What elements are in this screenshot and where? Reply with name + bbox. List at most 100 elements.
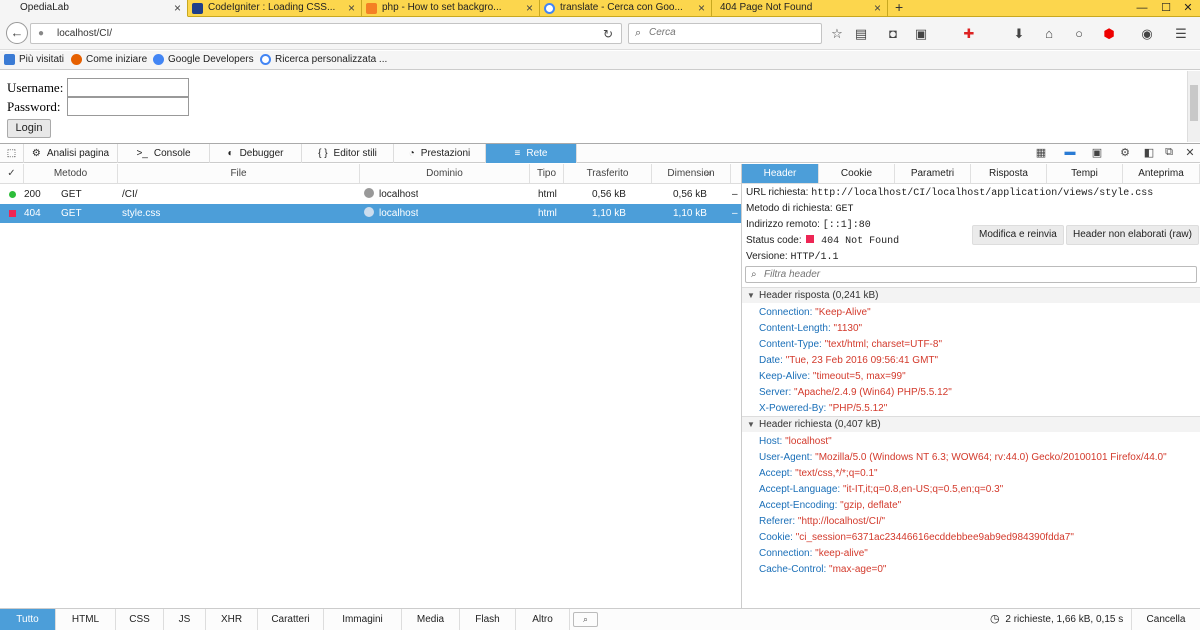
tab-network[interactable]: ≡ Rete xyxy=(486,144,577,163)
home-icon[interactable]: ⌂ xyxy=(1040,26,1058,42)
navigation-bar: ← ● localhost/CI/ ↻ ⌕ ☆ ▤ ◘ ▣ ✚ ⬇ ⌂ ○ ⬢ … xyxy=(0,17,1200,50)
filter-xhr[interactable]: XHR xyxy=(206,609,258,630)
page-scrollbar[interactable] xyxy=(1187,71,1200,142)
search-bar[interactable]: ⌕ xyxy=(628,23,822,44)
bookmark-star-icon[interactable]: ☆ xyxy=(828,26,846,42)
header-entry: X-Powered-By: "PHP/5.5.12" xyxy=(759,403,888,414)
close-icon[interactable]: × xyxy=(348,0,355,16)
status-label: Status code: xyxy=(746,235,802,246)
bookmark-getting-started[interactable]: Come iniziare xyxy=(71,54,147,65)
tab-php[interactable]: php - How to set backgro... × xyxy=(362,0,540,17)
chat-icon[interactable]: ○ xyxy=(1070,26,1088,42)
filter-media[interactable]: Media xyxy=(402,609,460,630)
filter-fonts[interactable]: Caratteri xyxy=(258,609,324,630)
clear-button[interactable]: Cancella xyxy=(1131,609,1200,630)
header-entry: Date: "Tue, 23 Feb 2016 09:56:41 GMT" xyxy=(759,355,939,366)
column-domain[interactable]: Dominio xyxy=(360,164,530,183)
close-icon[interactable]: × xyxy=(698,0,705,16)
tab-timings[interactable]: Tempi xyxy=(1047,164,1123,183)
tab-console[interactable]: >_ Console xyxy=(118,144,210,163)
tab-header[interactable]: Header xyxy=(742,164,819,183)
bookmark-google-developers[interactable]: Google Developers xyxy=(153,54,254,65)
tab-style-editor[interactable]: { } Editor stili xyxy=(302,144,394,163)
adblock-icon[interactable]: ⬢ xyxy=(1100,26,1118,42)
password-field[interactable] xyxy=(67,97,189,116)
scrollbar-thumb[interactable] xyxy=(1190,85,1198,121)
header-entry: Connection: "keep-alive" xyxy=(759,548,868,559)
tab-translate[interactable]: translate - Cerca con Goo... × xyxy=(540,0,712,17)
tab-404[interactable]: 404 Page Not Found × xyxy=(712,0,888,17)
column-size[interactable]: Dimension xyxy=(652,164,731,183)
downloads-icon[interactable]: ⬇ xyxy=(1010,26,1028,42)
filter-css[interactable]: CSS xyxy=(116,609,164,630)
dock-icon[interactable]: ◧ xyxy=(1142,146,1156,159)
addon-cross-icon[interactable]: ✚ xyxy=(960,26,978,42)
column-type[interactable]: Tipo xyxy=(530,164,564,183)
close-icon[interactable]: × xyxy=(174,0,181,16)
undock-icon[interactable]: ⧉ xyxy=(1162,146,1176,159)
request-row-selected[interactable]: 404 GET style.css localhost html 1,10 kB… xyxy=(0,204,741,223)
reading-list-icon[interactable]: ▤ xyxy=(852,26,870,42)
tab-label: Prestazioni xyxy=(420,148,471,159)
request-row[interactable]: 200 GET /CI/ localhost html 0,56 kB 0,56… xyxy=(0,185,741,204)
request-timeline: – xyxy=(732,189,738,200)
raw-headers-button[interactable]: Header non elaborati (raw) xyxy=(1066,225,1199,245)
request-headers-section[interactable]: ▼ Header richiesta (0,407 kB) xyxy=(742,416,1200,432)
url-bar[interactable]: ● localhost/CI/ ↻ xyxy=(30,23,622,44)
bookmark-most-visited[interactable]: Più visitati xyxy=(4,54,64,65)
window-close-icon[interactable]: ✕ xyxy=(1176,0,1200,17)
responsive-icon[interactable]: ▬ xyxy=(1063,146,1077,158)
header-filter[interactable]: ⌕ xyxy=(745,266,1197,283)
filter-other[interactable]: Altro xyxy=(516,609,570,630)
tab-preview[interactable]: Anteprima xyxy=(1123,164,1200,183)
column-method[interactable]: Metodo xyxy=(24,164,118,183)
tab-cookie[interactable]: Cookie xyxy=(819,164,895,183)
tab-inspector[interactable]: ⚙ Analisi pagina xyxy=(24,144,118,163)
new-tab-button[interactable]: + xyxy=(895,0,903,14)
tab-response[interactable]: Risposta xyxy=(971,164,1047,183)
status-error-icon xyxy=(806,235,815,243)
close-icon[interactable]: × xyxy=(526,0,533,16)
header-entry: Content-Length: "1130" xyxy=(759,323,863,334)
filter-images[interactable]: Immagini xyxy=(324,609,402,630)
tab-performance[interactable]: ◔ Prestazioni xyxy=(394,144,486,163)
maximize-icon[interactable]: ☐ xyxy=(1154,0,1178,17)
tab-label: CodeIgniter : Loading CSS... xyxy=(208,2,336,13)
site-info-icon[interactable]: ● xyxy=(38,28,44,39)
element-picker-icon[interactable]: ⬚ xyxy=(0,144,24,163)
sync-icon[interactable]: ◉ xyxy=(1138,26,1156,42)
response-headers-section[interactable]: ▼ Header risposta (0,241 kB) xyxy=(742,287,1200,303)
devtools-close-icon[interactable]: ✕ xyxy=(1183,146,1197,159)
split-console-icon[interactable]: ▦ xyxy=(1034,146,1048,159)
request-status: 200 xyxy=(24,189,41,200)
menu-icon[interactable]: ☰ xyxy=(1172,26,1190,42)
tab-codeigniter[interactable]: CodeIgniter : Loading CSS... × xyxy=(188,0,362,17)
column-status[interactable]: ✓ xyxy=(0,164,24,183)
close-icon[interactable]: × xyxy=(874,0,881,16)
tab-params[interactable]: Parametri xyxy=(895,164,971,183)
pocket-icon[interactable]: ◘ xyxy=(884,26,902,42)
filter-flash[interactable]: Flash xyxy=(460,609,516,630)
filter-html[interactable]: HTML xyxy=(56,609,116,630)
header-entry: Accept-Language: "it-IT,it;q=0.8,en-US;q… xyxy=(759,484,1004,495)
edit-resend-button[interactable]: Modifica e reinvia xyxy=(972,225,1064,245)
login-button[interactable]: Login xyxy=(7,119,51,138)
settings-gear-icon[interactable]: ⚙ xyxy=(1118,146,1132,159)
tab-debugger[interactable]: ◐ Debugger xyxy=(210,144,302,163)
username-field[interactable] xyxy=(67,78,189,97)
filter-js[interactable]: JS xyxy=(164,609,206,630)
column-file[interactable]: File xyxy=(118,164,360,183)
search-input[interactable] xyxy=(649,27,809,38)
panel-splitter[interactable] xyxy=(741,164,742,630)
reload-icon[interactable]: ↻ xyxy=(603,27,613,41)
scratchpad-icon[interactable]: ▣ xyxy=(1090,146,1104,159)
minimize-icon[interactable]: — xyxy=(1130,0,1154,17)
bookmark-custom-search[interactable]: Ricerca personalizzata ... xyxy=(260,54,387,65)
back-button[interactable]: ← xyxy=(6,22,28,44)
search-icon[interactable]: ⌕ xyxy=(573,612,598,627)
column-transferred[interactable]: Trasferito xyxy=(564,164,652,183)
filter-all[interactable]: Tutto xyxy=(0,609,56,630)
filter-headers-input[interactable] xyxy=(764,269,1184,280)
tab-opedialab[interactable]: OpediaLab × xyxy=(0,0,188,17)
save-icon[interactable]: ▣ xyxy=(912,26,930,42)
